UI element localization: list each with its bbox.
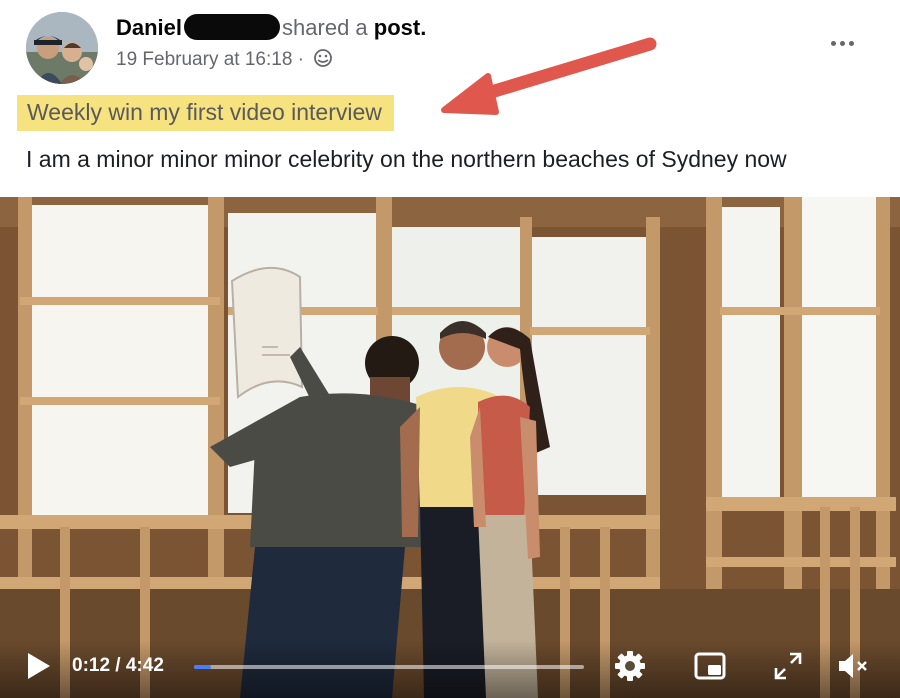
timestamp[interactable]: 19 February at 16:18 · [116,49,304,70]
picture-in-picture-icon[interactable] [692,648,728,684]
progress-bar[interactable] [194,665,584,669]
mute-icon[interactable] [834,648,870,684]
fullscreen-icon[interactable] [770,648,806,684]
video-frame [0,197,900,698]
video-time: 0:12 / 4:42 [72,655,164,676]
video-controls: 0:12 / 4:42 [0,640,900,698]
author-name[interactable]: Daniel [116,15,182,40]
highlighted-text: Weekly win my first video interview [17,95,394,131]
highlighted-text-label: Weekly win my first video interview [27,99,382,125]
redacted-surname [184,14,281,40]
video-player[interactable]: 0:12 / 4:42 [0,197,900,698]
settings-icon[interactable] [612,648,648,684]
shared-text: shared a [282,15,368,40]
avatar[interactable] [26,12,98,84]
post-meta: 19 February at 16:18 · [116,48,333,71]
red-arrow-annotation [441,37,657,115]
globe-icon [314,49,333,67]
post-body-text: I am a minor minor minor celebrity on th… [26,146,787,172]
author-line: Daniel shared a post. [116,14,426,41]
play-icon[interactable] [22,650,54,682]
more-options-icon[interactable] [820,30,864,56]
avatar-photo [26,12,98,84]
progress-fill [194,665,211,669]
post-link[interactable]: post. [374,15,427,40]
